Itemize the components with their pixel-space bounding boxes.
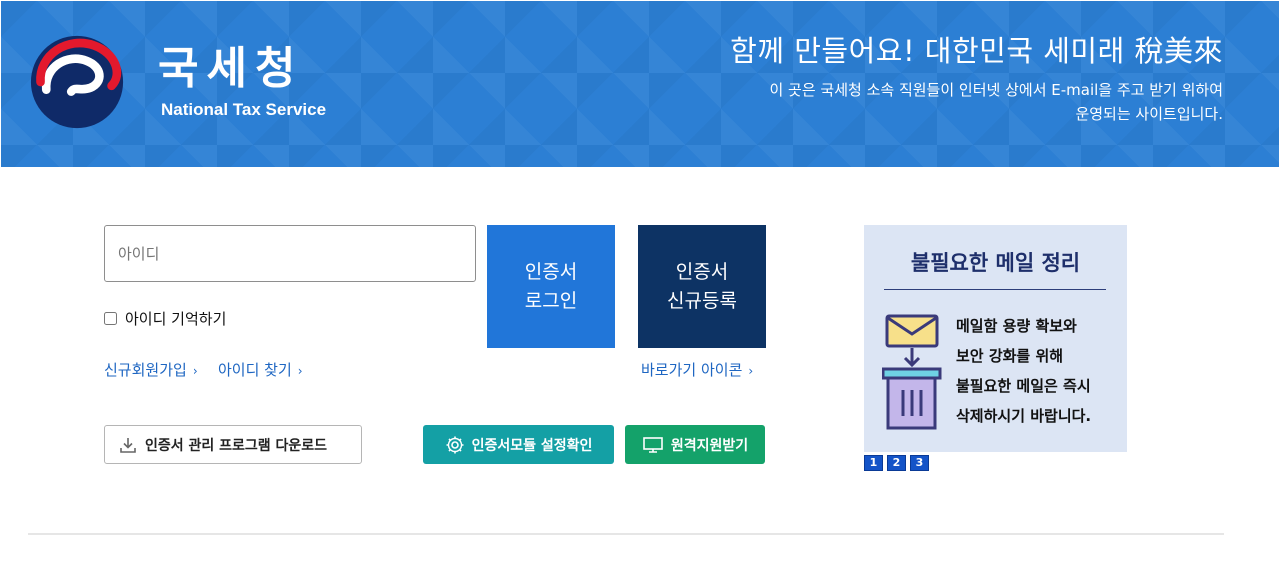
shortcut-icon-link[interactable]: 바로가기 아이콘 › bbox=[641, 359, 753, 380]
notice-line3: 불필요한 메일은 즉시 bbox=[956, 377, 1091, 395]
find-id-link-label: 아이디 찾기 bbox=[218, 361, 292, 379]
notice-divider bbox=[884, 289, 1106, 290]
taegeuk-logo-icon bbox=[30, 35, 124, 129]
cert-module-check-label: 인증서모듈 설정확인 bbox=[471, 437, 593, 454]
footer-divider bbox=[28, 533, 1224, 535]
site-description-line2: 운영되는 사이트입니다. bbox=[1075, 105, 1223, 123]
shortcut-icon-link-label: 바로가기 아이콘 bbox=[641, 361, 743, 379]
signup-link-label: 신규회원가입 bbox=[104, 361, 187, 379]
chevron-right-icon: › bbox=[297, 363, 303, 378]
site-description: 이 곳은 국세청 소속 직원들이 인터넷 상에서 E-mail을 주고 받기 위… bbox=[623, 78, 1223, 126]
remember-id-label: 아이디 기억하기 bbox=[125, 310, 227, 328]
id-input[interactable] bbox=[104, 225, 476, 282]
cert-program-download-label: 인증서 관리 프로그램 다운로드 bbox=[145, 437, 328, 454]
cert-register-button[interactable]: 인증서 신규등록 bbox=[638, 225, 766, 348]
download-icon bbox=[120, 437, 136, 453]
cert-login-button[interactable]: 인증서 로그인 bbox=[487, 225, 615, 348]
chevron-right-icon: › bbox=[192, 363, 198, 378]
site-description-line1: 이 곳은 국세청 소속 직원들이 인터넷 상에서 E-mail을 주고 받기 위… bbox=[769, 81, 1223, 99]
pager-button-1[interactable]: 1 bbox=[864, 455, 883, 471]
cert-login-line2: 로그인 bbox=[524, 289, 578, 312]
remember-id-checkbox[interactable] bbox=[104, 312, 117, 325]
signup-link[interactable]: 신규회원가입 › bbox=[104, 359, 198, 380]
gear-icon bbox=[446, 436, 464, 453]
monitor-icon bbox=[643, 436, 663, 453]
notice-banner[interactable]: 불필요한 메일 정리 메일함 용량 확보와 보안 강화를 위해 불필요한 메일은… bbox=[864, 225, 1127, 452]
cert-register-line1: 인증서 bbox=[675, 260, 729, 283]
cert-login-line1: 인증서 bbox=[524, 260, 578, 283]
chevron-right-icon: › bbox=[748, 363, 754, 378]
remote-support-button[interactable]: 원격지원받기 bbox=[625, 425, 765, 464]
notice-line4: 삭제하시기 바랍니다. bbox=[956, 407, 1092, 425]
mail-trash-icon bbox=[882, 314, 942, 430]
cert-module-check-button[interactable]: 인증서모듈 설정확인 bbox=[423, 425, 614, 464]
pager-button-2[interactable]: 2 bbox=[887, 455, 906, 471]
slogan: 함께 만들어요! 대한민국 세미래 稅美來 bbox=[730, 34, 1223, 68]
header-banner: 국세청 National Tax Service 함께 만들어요! 대한민국 세… bbox=[1, 1, 1279, 167]
org-name: 국세청 bbox=[158, 43, 304, 94]
remember-id[interactable]: 아이디 기억하기 bbox=[104, 308, 226, 329]
cert-program-download-button[interactable]: 인증서 관리 프로그램 다운로드 bbox=[104, 425, 362, 464]
notice-title: 불필요한 메일 정리 bbox=[910, 251, 1081, 275]
remote-support-label: 원격지원받기 bbox=[670, 437, 749, 454]
notice-pager: 1 2 3 bbox=[864, 455, 933, 471]
find-id-link[interactable]: 아이디 찾기 › bbox=[218, 359, 303, 380]
org-name-en: National Tax Service bbox=[161, 100, 327, 119]
pager-button-3[interactable]: 3 bbox=[910, 455, 929, 471]
notice-text: 메일함 용량 확보와 보안 강화를 위해 불필요한 메일은 즉시 삭제하시기 바… bbox=[956, 311, 1116, 431]
notice-line1: 메일함 용량 확보와 bbox=[956, 317, 1077, 335]
notice-line2: 보안 강화를 위해 bbox=[956, 347, 1064, 365]
cert-register-line2: 신규등록 bbox=[667, 289, 737, 312]
